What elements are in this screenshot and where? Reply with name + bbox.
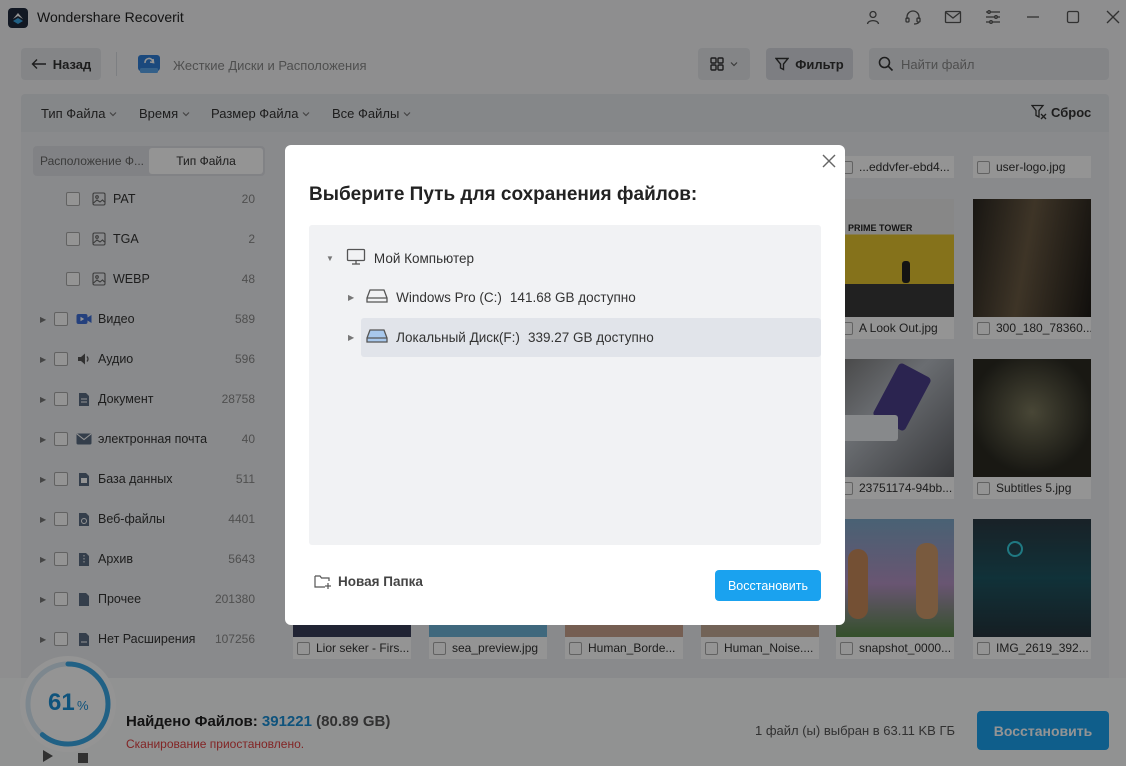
dialog-restore-button[interactable]: Восстановить [715,570,821,601]
tree-node-drive-f[interactable]: ▶ Локальный Диск(F:) 339.27 GB доступно [348,328,654,347]
drive-name: Локальный Диск(F:) [396,330,520,345]
drive-free-space: 339.27 GB доступно [527,330,654,345]
drive-name: Windows Pro (C:) [396,290,502,305]
drive-icon [366,288,388,307]
drive-free-space: 141.68 GB доступно [509,290,636,305]
new-folder-label: Новая Папка [338,573,423,589]
tree-node-drive-c[interactable]: ▶ Windows Pro (C:) 141.68 GB доступно [348,288,636,307]
folder-add-icon [314,575,331,589]
drive-icon [366,328,388,347]
caret-right-icon[interactable]: ▶ [348,333,354,342]
folder-tree [309,225,821,545]
close-icon[interactable] [819,151,839,171]
new-folder-button[interactable]: Новая Папка [314,573,423,589]
dialog-title: Выберите Путь для сохранения файлов: [309,184,698,205]
tree-node-my-computer[interactable]: ▼ Мой Компьютер [326,248,474,269]
node-label: Мой Компьютер [373,251,474,266]
caret-down-icon[interactable]: ▼ [326,254,334,263]
computer-icon [346,248,366,269]
caret-right-icon[interactable]: ▶ [348,293,354,302]
